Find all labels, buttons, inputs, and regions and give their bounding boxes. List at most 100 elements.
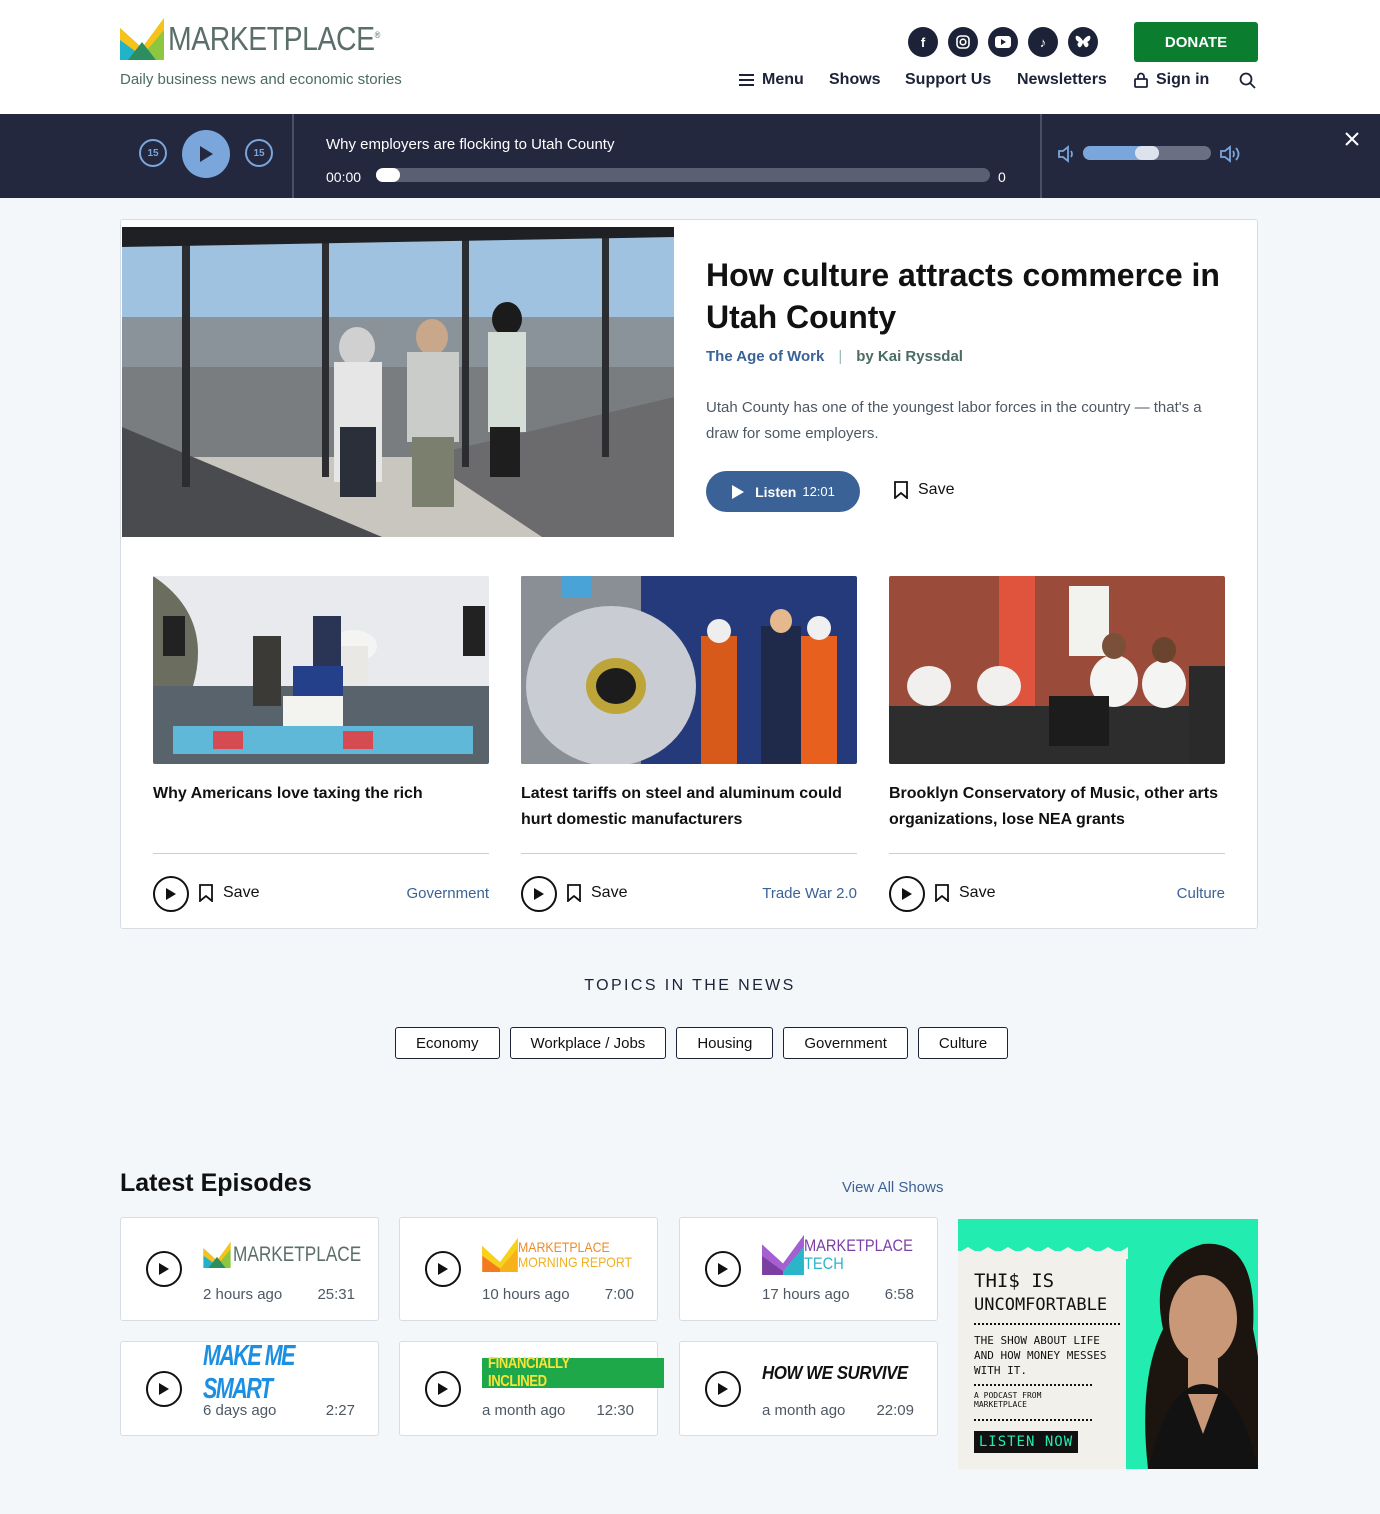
podcast-ad-banner[interactable]: THI$ IS UNCOMFORTABLE THE SHOW ABOUT LIF… — [958, 1219, 1258, 1469]
divider — [1040, 114, 1042, 198]
topic-pill-housing[interactable]: Housing — [676, 1027, 774, 1059]
show-name: MAKE ME SMART — [203, 1340, 295, 1405]
story-card: Brooklyn Conservatory of Music, other ar… — [889, 576, 1225, 932]
episode-play-button[interactable] — [425, 1251, 461, 1287]
nav-shows[interactable]: Shows — [829, 71, 881, 89]
save-button[interactable]: Save — [199, 884, 259, 902]
episode-duration: 7:00 — [604, 1286, 634, 1303]
featured-headline[interactable]: How culture attracts commerce in Utah Co… — [706, 254, 1236, 338]
marketplace-logo[interactable]: MARKETPLACE® — [120, 18, 414, 60]
sign-in-link[interactable]: Sign in — [1134, 71, 1209, 89]
listen-now-button[interactable]: LISTEN NOW — [974, 1431, 1078, 1453]
play-icon — [718, 1383, 728, 1395]
topic-pill-workplace-jobs[interactable]: Workplace / Jobs — [509, 1027, 667, 1059]
audio-player: 15 15 Why employers are flocking to Utah… — [0, 114, 1380, 198]
bluesky-icon[interactable] — [1068, 27, 1098, 57]
marketplace-logo-mark — [203, 1242, 231, 1268]
save-button[interactable]: Save — [567, 884, 627, 902]
current-time: 00:00 — [326, 169, 362, 185]
volume-low-icon[interactable] — [1057, 145, 1077, 163]
topic-pill-economy[interactable]: Economy — [395, 1027, 500, 1059]
bookmark-icon — [935, 884, 949, 902]
show-name: MARKETPLACE — [233, 1243, 362, 1266]
save-label: Save — [959, 884, 996, 901]
featured-story-card: How culture attracts commerce in Utah Co… — [120, 219, 1258, 929]
instagram-icon[interactable] — [948, 27, 978, 57]
story-headline[interactable]: Brooklyn Conservatory of Music, other ar… — [889, 781, 1225, 839]
story-topic-link[interactable]: Government — [406, 885, 489, 902]
view-all-shows-link[interactable]: View All Shows — [842, 1179, 943, 1196]
bookmark-icon — [567, 884, 581, 902]
episode-play-button[interactable] — [705, 1251, 741, 1287]
story-play-button[interactable] — [521, 876, 557, 912]
episode-card[interactable]: FINANCIALLY INCLINED a month ago 12:30 — [399, 1341, 664, 1436]
story-headline[interactable]: Latest tariffs on steel and aluminum cou… — [521, 781, 857, 839]
donate-button[interactable]: DONATE — [1134, 22, 1258, 62]
tiktok-icon[interactable]: ♪ — [1028, 27, 1058, 57]
story-topic-link[interactable]: Culture — [1177, 885, 1225, 902]
play-icon — [732, 484, 745, 499]
listen-button[interactable]: Listen 12:01 — [706, 471, 860, 512]
nav-support-us[interactable]: Support Us — [905, 71, 991, 89]
lock-icon — [1134, 72, 1148, 88]
topic-pill-government[interactable]: Government — [783, 1027, 908, 1059]
skip-forward-label: 15 — [253, 147, 265, 159]
episode-play-button[interactable] — [146, 1251, 182, 1287]
ad-title-line2: UNCOMFORTABLE — [974, 1295, 1108, 1315]
story-play-button[interactable] — [889, 876, 925, 912]
volume-slider[interactable] — [1083, 146, 1211, 160]
hero-image[interactable] — [122, 227, 674, 537]
show-name: FINANCIALLY INCLINED — [488, 1355, 570, 1390]
topic-pill-culture[interactable]: Culture — [917, 1027, 1009, 1059]
skip-forward-15-button[interactable]: 15 — [245, 139, 273, 167]
show-logo-marketplace: MARKETPLACE — [203, 1238, 389, 1272]
episode-duration: 2:27 — [325, 1402, 355, 1419]
play-icon — [200, 146, 213, 162]
episode-card[interactable]: MARKETPLACE TECH 17 hours ago 6:58 — [679, 1217, 938, 1321]
episode-card[interactable]: MARKETPLACE MORNING REPORT 10 hours ago … — [399, 1217, 658, 1321]
player-play-button[interactable] — [182, 130, 230, 178]
story-topic-link[interactable]: Trade War 2.0 — [762, 885, 857, 902]
episode-card[interactable]: HOW WE SURVIVE a month ago 22:09 — [679, 1341, 938, 1436]
show-name-line1: MARKETPLACE — [804, 1236, 913, 1255]
skip-back-15-button[interactable]: 15 — [139, 139, 167, 167]
ad-subtitle: THE SHOW ABOUT LIFE AND HOW MONEY MESSES… — [974, 1334, 1107, 1377]
play-icon — [159, 1263, 169, 1275]
play-icon — [438, 1383, 448, 1395]
save-button[interactable]: Save — [935, 884, 995, 902]
story-image[interactable] — [889, 576, 1225, 764]
episode-card[interactable]: MAKE ME SMART 6 days ago 2:27 — [120, 1340, 379, 1436]
ad-title: THI$ IS UNCOMFORTABLE — [974, 1269, 1107, 1317]
volume-knob[interactable] — [1135, 146, 1159, 160]
story-card: Why Americans love taxing the rich Save … — [153, 576, 489, 932]
story-play-button[interactable] — [153, 876, 189, 912]
featured-topic-link[interactable]: The Age of Work — [706, 348, 824, 365]
save-button[interactable]: Save — [894, 481, 954, 499]
story-headline[interactable]: Why Americans love taxing the rich — [153, 781, 489, 839]
menu-button[interactable]: Menu — [739, 71, 804, 89]
close-player-icon[interactable] — [1345, 126, 1367, 148]
episode-play-button[interactable] — [146, 1371, 182, 1407]
divider — [292, 114, 294, 198]
show-name-line2: TECH — [804, 1254, 844, 1273]
search-icon[interactable] — [1239, 72, 1256, 89]
episode-duration: 22:09 — [876, 1402, 914, 1419]
topics-heading: TOPICS IN THE NEWS — [584, 977, 796, 994]
story-image[interactable] — [153, 576, 489, 764]
volume-high-icon[interactable] — [1219, 145, 1243, 163]
save-label: Save — [918, 481, 955, 498]
episode-play-button[interactable] — [425, 1371, 461, 1407]
youtube-icon[interactable] — [988, 27, 1018, 57]
nav-newsletters[interactable]: Newsletters — [1017, 71, 1107, 89]
save-label: Save — [591, 884, 628, 901]
story-actions: Save Trade War 2.0 — [521, 854, 857, 932]
progress-slider[interactable] — [376, 168, 990, 182]
episode-card[interactable]: MARKETPLACE 2 hours ago 25:31 — [120, 1217, 379, 1321]
episode-play-button[interactable] — [705, 1371, 741, 1407]
progress-knob[interactable] — [376, 168, 400, 182]
story-image[interactable] — [521, 576, 857, 764]
byline[interactable]: by Kai Ryssdal — [856, 348, 963, 365]
story-card: Latest tariffs on steel and aluminum cou… — [521, 576, 857, 932]
facebook-icon[interactable]: f — [908, 27, 938, 57]
show-logo-how-we-survive: HOW WE SURVIVE — [762, 1356, 917, 1390]
